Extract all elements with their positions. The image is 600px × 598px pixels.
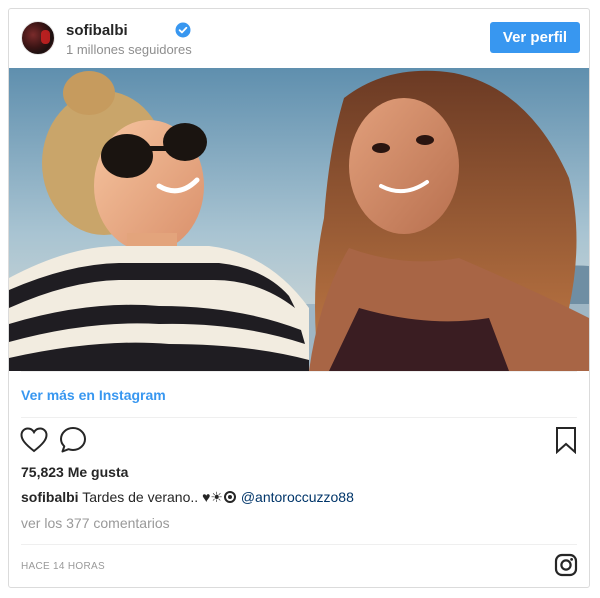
post-photo[interactable] bbox=[9, 68, 589, 371]
view-profile-button[interactable]: Ver perfil bbox=[490, 22, 580, 53]
bookmark-icon[interactable] bbox=[555, 426, 577, 454]
view-comments-link[interactable]: ver los 377 comentarios bbox=[21, 515, 170, 531]
snail-emoji-icon bbox=[223, 491, 236, 503]
heart-icon[interactable] bbox=[20, 427, 48, 453]
comment-icon[interactable] bbox=[59, 426, 87, 454]
post-timestamp: HACE 14 HORAS bbox=[21, 561, 105, 572]
avatar[interactable] bbox=[21, 21, 55, 55]
post-header: sofibalbi 1 millones seguidores Ver perf… bbox=[9, 9, 589, 69]
caption-text: Tardes de verano.. bbox=[82, 489, 199, 505]
likes-count[interactable]: 75,823 Me gusta bbox=[21, 464, 128, 480]
divider bbox=[21, 544, 577, 545]
verified-badge-icon bbox=[175, 22, 191, 38]
caption-emoji: ♥☀ bbox=[202, 489, 223, 505]
selfie-image bbox=[9, 68, 589, 371]
instagram-embed-card: sofibalbi 1 millones seguidores Ver perf… bbox=[8, 8, 590, 588]
instagram-logo-icon[interactable] bbox=[554, 553, 578, 577]
followers-count: 1 millones seguidores bbox=[66, 42, 192, 57]
username[interactable]: sofibalbi bbox=[66, 22, 128, 39]
caption-mention-link[interactable]: @antoroccuzzo88 bbox=[241, 489, 354, 505]
divider bbox=[21, 417, 577, 418]
view-more-on-instagram-link[interactable]: Ver más en Instagram bbox=[21, 387, 166, 403]
divider bbox=[21, 371, 577, 372]
post-caption: sofibalbi Tardes de verano.. ♥☀ @antoroc… bbox=[21, 489, 354, 506]
caption-username[interactable]: sofibalbi bbox=[21, 489, 79, 505]
